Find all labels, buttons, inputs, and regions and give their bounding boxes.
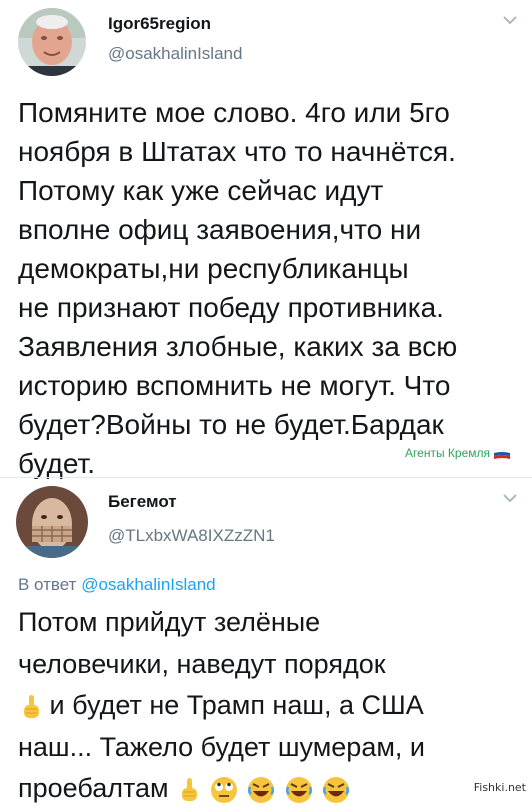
tweet-text: Потом прийдут зелёные человечики, наведу…	[18, 602, 512, 810]
tweet-line: проебалтам	[18, 768, 512, 810]
author-handle[interactable]: @osakhalinIsland	[108, 44, 242, 64]
avatar[interactable]	[16, 486, 88, 558]
tweet-line: человечики, наведут порядок	[18, 648, 386, 679]
reply-context: В ответ @osakhalinIsland	[18, 575, 216, 595]
avatar[interactable]	[18, 8, 86, 76]
chevron-down-icon[interactable]	[502, 14, 518, 26]
chevron-down-icon[interactable]	[502, 492, 518, 504]
pointing-finger-emoji	[182, 777, 198, 801]
tweet-text: Помяните мое слово. 4го или 5го ноября в…	[18, 97, 458, 479]
watermark: Fishki.net	[473, 781, 526, 794]
pointing-finger-emoji	[24, 694, 39, 718]
tweet-line: наш... Тажело будет шумерам, и	[18, 731, 425, 762]
tweet-line-text: и будет не Трамп наш, а США	[49, 690, 424, 720]
author-handle[interactable]: @TLxbxWA8IXZzZN1	[108, 526, 275, 546]
tweet-original: Igor65region @osakhalinIsland Помяните м…	[0, 0, 532, 479]
russian-flag-icon	[494, 449, 510, 459]
tweet-line: Потом прийдут зелёные	[18, 607, 321, 637]
author-name[interactable]: Бегемот	[108, 492, 177, 512]
reply-mention-link[interactable]: @osakhalinIsland	[81, 575, 215, 594]
tweet-line: и будет не Трамп наш, а США	[18, 685, 512, 727]
kremlin-agents-badge: Агенты Кремля	[405, 446, 490, 460]
tweet-reply: Бегемот @TLxbxWA8IXZzZN1 В ответ @osakha…	[0, 478, 532, 803]
author-name[interactable]: Igor65region	[108, 14, 211, 34]
tweet-line-text: проебалтам	[18, 773, 169, 803]
reply-prefix: В ответ	[18, 575, 77, 594]
